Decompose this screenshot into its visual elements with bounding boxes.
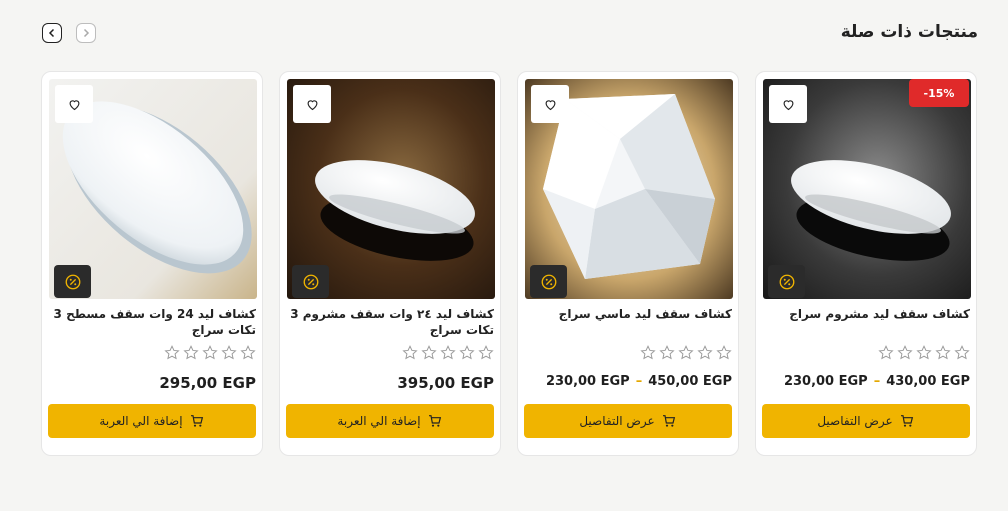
star-icon bbox=[716, 345, 732, 360]
view-details-button[interactable]: عرض التفاصيل bbox=[524, 404, 732, 438]
add-to-cart-button[interactable]: إضافة الي العربة bbox=[286, 404, 494, 438]
price-high: 450,00 EGP bbox=[648, 374, 732, 389]
wishlist-button[interactable] bbox=[55, 85, 93, 123]
star-icon bbox=[183, 345, 199, 360]
product-card[interactable]: كشاف سقف ليد ماسي سراج 230,00 EGP –450,00… bbox=[517, 71, 739, 456]
sale-badge: -15% bbox=[909, 79, 969, 107]
star-icon bbox=[164, 345, 180, 360]
star-icon bbox=[402, 345, 418, 360]
discount-icon bbox=[292, 265, 329, 298]
price-high: 430,00 EGP bbox=[886, 374, 970, 389]
star-icon bbox=[897, 345, 913, 360]
star-icon bbox=[916, 345, 932, 360]
star-icon bbox=[640, 345, 656, 360]
cart-icon bbox=[900, 415, 913, 427]
price-low: 230,00 EGP bbox=[783, 374, 868, 389]
star-icon bbox=[202, 345, 218, 360]
star-icon bbox=[659, 345, 675, 360]
product-name[interactable]: كشاف ليد ٢٤ وات سقف مشروم 3 تكات سراج bbox=[286, 306, 494, 338]
star-icon bbox=[421, 345, 437, 360]
star-icon bbox=[459, 345, 475, 360]
view-details-button[interactable]: عرض التفاصيل bbox=[762, 404, 970, 438]
section-title: منتجات ذات صلة bbox=[840, 22, 978, 42]
rating-stars bbox=[163, 344, 257, 362]
rating-stars bbox=[639, 344, 733, 362]
add-to-cart-button[interactable]: إضافة الي العربة bbox=[48, 404, 256, 438]
view-details-label: عرض التفاصيل bbox=[579, 414, 655, 428]
carousel-prev-button[interactable] bbox=[42, 23, 62, 43]
product-price-range: 230,00 EGP –450,00 EGP bbox=[546, 374, 732, 389]
product-price-range: 230,00 EGP –430,00 EGP bbox=[784, 374, 970, 389]
discount-icon bbox=[54, 265, 91, 298]
product-price: 295,00 EGP bbox=[159, 374, 256, 392]
cart-icon bbox=[662, 415, 675, 427]
carousel-next-button[interactable] bbox=[76, 23, 96, 43]
cart-icon bbox=[428, 415, 441, 427]
add-to-cart-label: إضافة الي العربة bbox=[337, 414, 421, 428]
star-icon bbox=[440, 345, 456, 360]
rating-stars bbox=[401, 344, 495, 362]
star-icon bbox=[478, 345, 494, 360]
heart-icon bbox=[545, 99, 555, 110]
discount-icon bbox=[768, 265, 805, 298]
price-separator: – bbox=[873, 374, 881, 389]
price-separator: – bbox=[635, 374, 643, 389]
star-icon bbox=[878, 345, 894, 360]
product-card[interactable]: كشاف ليد ٢٤ وات سقف مشروم 3 تكات سراج 39… bbox=[279, 71, 501, 456]
product-card[interactable]: -15% كشاف سقف ليد مشروم سراج 230,00 EGP –… bbox=[755, 71, 977, 456]
chevron-left-icon bbox=[48, 28, 55, 38]
heart-icon bbox=[307, 99, 317, 110]
product-name[interactable]: كشاف سقف ليد مشروم سراج bbox=[762, 306, 970, 322]
star-icon bbox=[935, 345, 951, 360]
star-icon bbox=[240, 345, 256, 360]
product-name[interactable]: كشاف ليد 24 وات سقف مسطح 3 تكات سراج bbox=[48, 306, 256, 338]
product-card[interactable]: كشاف ليد 24 وات سقف مسطح 3 تكات سراج 295… bbox=[41, 71, 263, 456]
wishlist-button[interactable] bbox=[531, 85, 569, 123]
heart-icon bbox=[69, 99, 79, 110]
product-price: 395,00 EGP bbox=[397, 374, 494, 392]
discount-icon bbox=[530, 265, 567, 298]
rating-stars bbox=[877, 344, 971, 362]
price-low: 230,00 EGP bbox=[545, 374, 630, 389]
star-icon bbox=[678, 345, 694, 360]
wishlist-button[interactable] bbox=[769, 85, 807, 123]
add-to-cart-label: إضافة الي العربة bbox=[99, 414, 183, 428]
cart-icon bbox=[190, 415, 203, 427]
product-name[interactable]: كشاف سقف ليد ماسي سراج bbox=[524, 306, 732, 322]
star-icon bbox=[697, 345, 713, 360]
heart-icon bbox=[783, 99, 793, 110]
chevron-right-icon bbox=[83, 28, 90, 38]
star-icon bbox=[221, 345, 237, 360]
star-icon bbox=[954, 345, 970, 360]
view-details-label: عرض التفاصيل bbox=[817, 414, 893, 428]
wishlist-button[interactable] bbox=[293, 85, 331, 123]
